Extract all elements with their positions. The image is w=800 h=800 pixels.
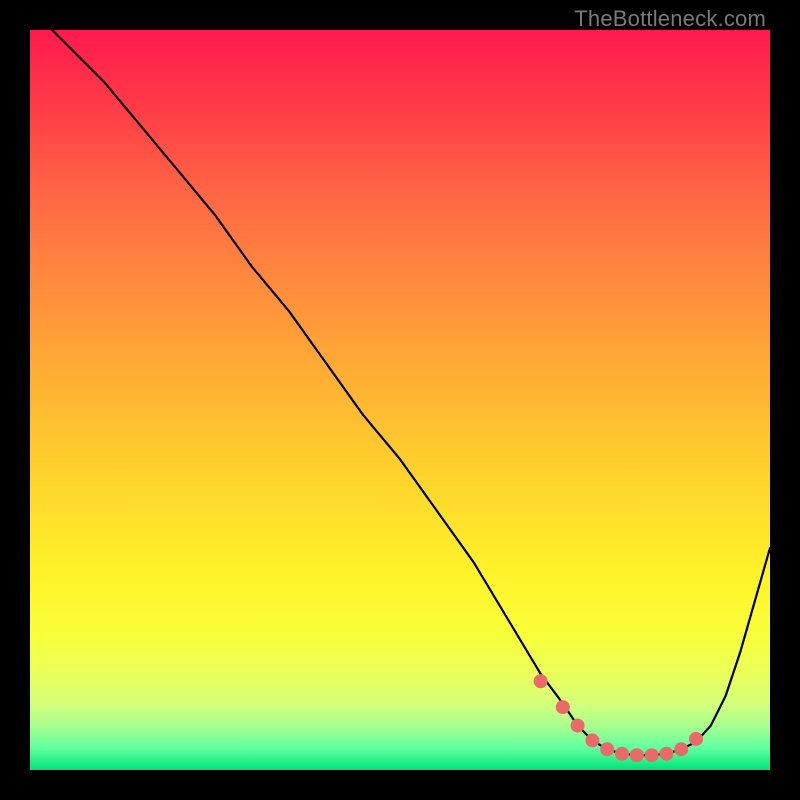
optimal-marker	[600, 742, 614, 756]
optimal-marker	[689, 732, 703, 746]
optimal-marker	[585, 733, 599, 747]
bottleneck-curve	[52, 30, 770, 755]
chart-frame	[30, 30, 770, 770]
optimal-marker	[630, 748, 644, 762]
optimal-marker	[659, 747, 673, 761]
optimal-marker	[645, 748, 659, 762]
optimal-marker	[571, 719, 585, 733]
chart-svg	[30, 30, 770, 770]
optimal-zone-markers	[534, 674, 703, 762]
watermark-text: TheBottleneck.com	[574, 6, 766, 32]
optimal-marker	[674, 742, 688, 756]
optimal-marker	[556, 700, 570, 714]
optimal-marker	[615, 747, 629, 761]
optimal-marker	[534, 674, 548, 688]
